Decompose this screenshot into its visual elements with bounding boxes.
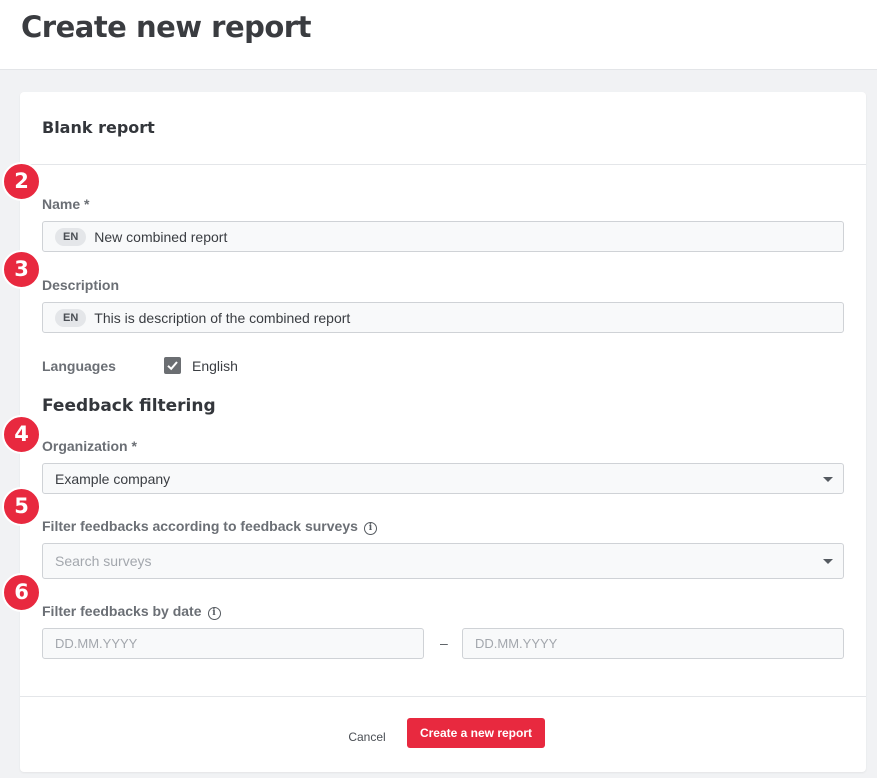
page-header: Create new report [0, 0, 877, 70]
step-marker-5: 5 [2, 487, 41, 526]
surveys-search-select[interactable]: Search surveys [42, 543, 844, 579]
name-language-badge: EN [55, 227, 87, 246]
info-icon[interactable]: i [207, 607, 221, 620]
description-input[interactable]: EN This is description of the combined r… [42, 302, 844, 333]
page-title: Create new report [21, 10, 311, 44]
step-marker-2: 2 [2, 162, 41, 201]
languages-label: Languages [42, 358, 116, 374]
organization-value: Example company [55, 470, 171, 487]
date-to-placeholder: DD.MM.YYYY [475, 636, 558, 651]
organization-select[interactable]: Example company [42, 463, 844, 494]
description-label: Description [42, 277, 120, 293]
info-icon[interactable]: i [363, 522, 377, 535]
surveys-placeholder: Search surveys [55, 553, 152, 569]
description-value: This is description of the combined repo… [94, 309, 351, 326]
name-input[interactable]: EN New combined report [42, 221, 844, 252]
date-filter-label-text: Filter feedbacks by date [42, 603, 202, 619]
report-form-card: Blank report Name * EN New combined repo… [20, 92, 866, 772]
surveys-filter-label-text: Filter feedbacks according to feedback s… [42, 518, 358, 534]
description-language-badge: EN [55, 308, 87, 327]
step-marker-6: 6 [2, 573, 41, 612]
date-filter-label: Filter feedbacks by date i [42, 603, 221, 620]
step-marker-3: 3 [2, 250, 41, 289]
english-checkbox[interactable] [164, 357, 181, 374]
card-title: Blank report [42, 118, 155, 137]
english-checkbox-label[interactable]: English [192, 358, 238, 374]
date-from-placeholder: DD.MM.YYYY [55, 636, 138, 651]
chevron-down-icon [823, 559, 833, 564]
date-from-input[interactable]: DD.MM.YYYY [42, 628, 424, 659]
card-footer-divider [20, 696, 866, 697]
name-value: New combined report [94, 228, 228, 245]
organization-label: Organization * [42, 438, 137, 454]
date-range-separator: – [440, 635, 448, 651]
feedback-filtering-title: Feedback filtering [42, 396, 216, 416]
name-label: Name * [42, 196, 90, 212]
surveys-filter-label: Filter feedbacks according to feedback s… [42, 518, 377, 535]
create-report-button[interactable]: Create a new report [407, 718, 545, 748]
cancel-button[interactable]: Cancel [338, 726, 396, 748]
date-to-input[interactable]: DD.MM.YYYY [462, 628, 844, 659]
chevron-down-icon [823, 476, 833, 482]
step-marker-4: 4 [2, 415, 41, 454]
checkmark-icon [167, 361, 178, 371]
card-header-divider [20, 164, 866, 165]
